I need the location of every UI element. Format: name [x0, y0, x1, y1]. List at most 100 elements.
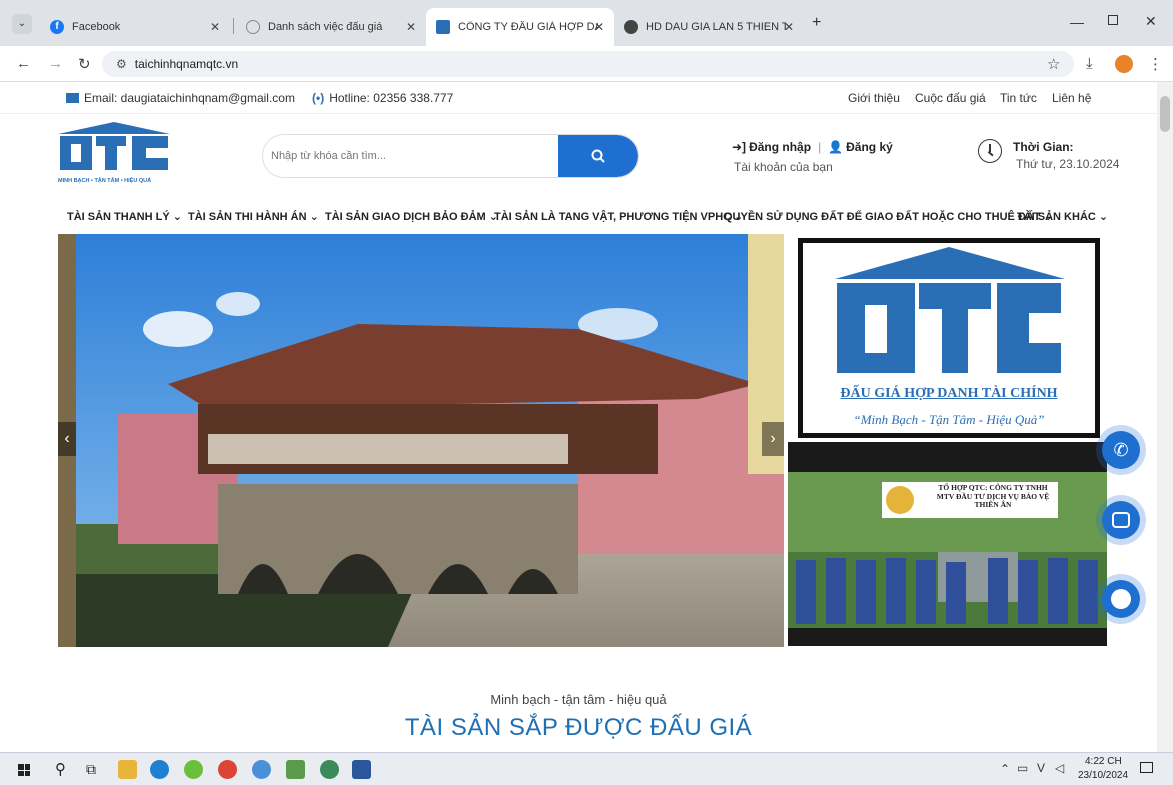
menu-dots-icon[interactable]: ⋮	[1148, 55, 1163, 73]
otc-large-logo-icon	[835, 247, 1065, 373]
page-scrollbar[interactable]	[1157, 82, 1173, 752]
login-link[interactable]: Đăng nhập	[749, 140, 811, 154]
close-icon[interactable]: ✕	[406, 20, 416, 34]
url-input[interactable]: ⚙ taichinhqnamqtc.vn	[102, 51, 1074, 77]
web-page: Email: daugiataichinhqnam@gmail.com (•) …	[0, 82, 1157, 752]
network-icon[interactable]: ▭	[1017, 761, 1028, 775]
team-caption: TỔ HỢP QTC: CÔNG TY TNHH MTV ĐẦU TƯ DỊCH…	[936, 483, 1050, 510]
chrome-profile-icon[interactable]	[252, 760, 271, 779]
tab-hd-dau-gia[interactable]: HD DAU GIA LAN 5 THIEN TAN ✕	[614, 8, 804, 46]
top-link-about[interactable]: Giới thiệu	[848, 91, 900, 105]
menu-item-land-rights[interactable]: QUYỀN SỬ DỤNG ĐẤT ĐỂ GIAO ĐẤT HOẶC CHO T…	[724, 210, 1053, 223]
register-icon: 👤	[828, 140, 844, 154]
team-photo	[788, 442, 1107, 646]
chevron-down-icon: ⌄	[1098, 211, 1109, 223]
close-icon[interactable]: ✕	[594, 20, 604, 34]
image-viewer-icon[interactable]	[286, 760, 305, 779]
menu-item-judgment[interactable]: TÀI SẢN THI HÀNH ÁN ⌄	[188, 210, 319, 223]
otc-icon	[436, 20, 450, 34]
word-icon[interactable]	[352, 760, 371, 779]
register-link[interactable]: Đăng ký	[846, 140, 893, 154]
menu-item-other[interactable]: TÀI SẢN KHÁC ⌄	[1017, 210, 1108, 223]
coccoc-icon[interactable]	[184, 760, 203, 779]
phone-icon: ✆	[1113, 439, 1129, 460]
site-icon	[246, 20, 260, 34]
brand-slogan: “Minh Bạch - Tận Tâm - Hiệu Quả”	[853, 412, 1045, 427]
tab-label: HD DAU GIA LAN 5 THIEN TAN	[646, 21, 786, 33]
file-explorer-icon[interactable]	[118, 760, 137, 779]
hero-image	[58, 234, 784, 647]
forward-icon[interactable]: →	[48, 55, 63, 72]
zalo-button[interactable]	[1102, 501, 1140, 539]
login-icon: ➜]	[732, 140, 747, 154]
windows-start-icon[interactable]	[18, 764, 30, 776]
close-icon[interactable]: ✕	[784, 20, 794, 34]
tab-auction-list[interactable]: Danh sách việc đấu giá ✕	[236, 8, 426, 46]
notification-icon[interactable]	[1140, 762, 1153, 773]
restore-button[interactable]	[1108, 15, 1118, 25]
search-button[interactable]	[558, 135, 638, 177]
zalo-icon	[1112, 512, 1130, 528]
top-link-contact[interactable]: Liên hệ	[1052, 91, 1091, 105]
section-title: TÀI SẢN SẮP ĐƯỢC ĐẤU GIÁ	[404, 714, 753, 741]
tagline: Minh bạch - tận tâm - hiệu quả	[490, 692, 667, 707]
download-icon[interactable]: ⤓	[1086, 55, 1093, 72]
slider-next-button[interactable]: ›	[762, 422, 784, 456]
search-form	[262, 134, 639, 178]
link-text: Giới thiệu	[848, 91, 900, 105]
site-logo[interactable]: MINH BẠCH • TẬN TÂM • HIỆU QUẢ	[58, 122, 170, 184]
top-info-bar: Email: daugiataichinhqnam@gmail.com (•) …	[0, 82, 1157, 114]
windows-taskbar: ⚲ ⧉ ⌃ ▭ V ◁ 4:22 CH 23/10/2024	[0, 752, 1173, 785]
profile-avatar[interactable]	[1115, 55, 1133, 73]
chrome-alt-icon[interactable]	[320, 760, 339, 779]
messenger-icon	[1111, 589, 1131, 609]
bookmark-star-icon[interactable]: ☆	[1047, 55, 1060, 73]
clock-icon	[978, 139, 1002, 163]
menu-item-liquidation[interactable]: TÀI SẢN THANH LÝ ⌄	[67, 210, 182, 223]
call-button[interactable]: ✆	[1102, 431, 1140, 469]
link-text: Liên hệ	[1052, 91, 1092, 105]
messenger-button[interactable]	[1102, 580, 1140, 618]
search-input[interactable]	[263, 135, 559, 177]
top-link-news[interactable]: Tin tức	[1000, 91, 1037, 105]
chrome-icon[interactable]	[218, 760, 237, 779]
slider-prev-button[interactable]: ‹	[58, 422, 76, 456]
hotline-contact[interactable]: (•) Hotline: 02356 338.777	[312, 91, 453, 105]
menu-item-confiscated[interactable]: TÀI SẢN LÀ TANG VẬT, PHƯƠNG TIỆN VPHC ⌄	[494, 210, 743, 223]
brand-banner[interactable]: ĐẤU GIÁ HỢP DANH TÀI CHÍNH “Minh Bạch - …	[798, 238, 1100, 438]
search-icon[interactable]: ⚲	[55, 760, 66, 778]
edge-icon[interactable]	[150, 760, 169, 779]
mail-icon	[66, 93, 79, 103]
tab-list-button[interactable]: ⌄	[12, 14, 32, 34]
tab-facebook[interactable]: f Facebook ✕	[40, 8, 230, 46]
hero-slider: ‹ ›	[58, 234, 784, 647]
email-contact[interactable]: Email: daugiataichinhqnam@gmail.com	[66, 91, 295, 105]
new-tab-button[interactable]: +	[812, 14, 821, 32]
scrollbar-thumb[interactable]	[1160, 96, 1170, 132]
clock-date[interactable]: 23/10/2024	[1078, 770, 1128, 781]
top-link-auctions[interactable]: Cuộc đấu giá	[915, 91, 986, 105]
tab-otc-active[interactable]: CÔNG TY ĐẤU GIÁ HỢP DANH ✕	[426, 8, 614, 46]
volume-icon[interactable]: ◁	[1055, 761, 1064, 775]
brand-name: ĐẤU GIÁ HỢP DANH TÀI CHÍNH	[840, 386, 1058, 401]
back-icon[interactable]: ←	[16, 55, 31, 72]
site-header: MINH BẠCH • TẬN TÂM • HIỆU QUẢ ➜] Đăng n…	[0, 114, 1157, 200]
site-info-icon[interactable]: ⚙	[116, 57, 127, 71]
time-value: Thứ tư, 23.10.2024	[1016, 157, 1120, 171]
team-photo-banner[interactable]: TỔ HỢP QTC: CÔNG TY TNHH MTV ĐẦU TƯ DỊCH…	[788, 442, 1107, 646]
vpn-icon[interactable]: V	[1037, 761, 1045, 775]
clock-time[interactable]: 4:22 CH	[1085, 756, 1122, 767]
search-icon	[591, 149, 605, 163]
tray-chevron-icon[interactable]: ⌃	[1000, 762, 1010, 776]
task-view-icon[interactable]: ⧉	[86, 761, 96, 778]
tab-label: CÔNG TY ĐẤU GIÁ HỢP DANH	[458, 21, 598, 33]
minimize-button[interactable]: —	[1070, 14, 1084, 30]
menu-item-secured[interactable]: TÀI SẢN GIAO DỊCH BẢO ĐẢM ⌄	[325, 210, 498, 223]
logo-caption: MINH BẠCH • TẬN TÂM • HIỆU QUẢ	[58, 178, 152, 184]
main-menu: TÀI SẢN THANH LÝ ⌄ TÀI SẢN THI HÀNH ÁN ⌄…	[0, 204, 1157, 230]
close-icon[interactable]: ✕	[210, 20, 220, 34]
account-text: Tài khoản của bạn	[734, 160, 833, 174]
phone-wave-icon: (•)	[312, 91, 325, 105]
close-window-button[interactable]: ✕	[1145, 13, 1157, 30]
reload-icon[interactable]: ↻	[78, 55, 91, 73]
